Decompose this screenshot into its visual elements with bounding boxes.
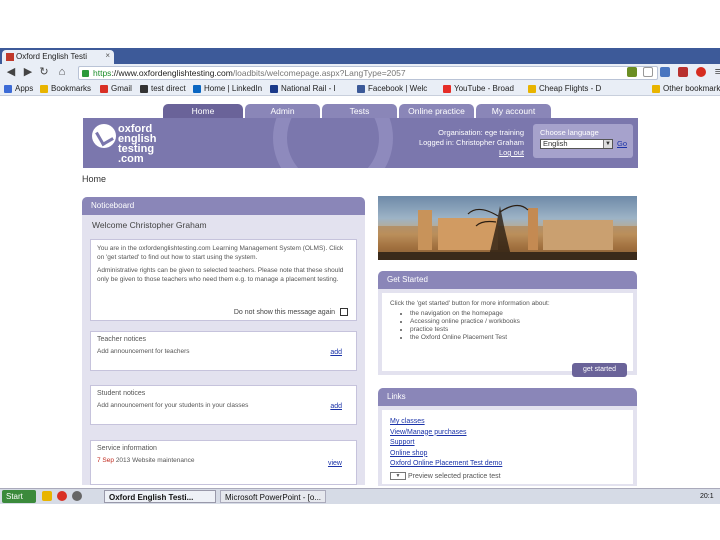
extension-icon[interactable] (696, 67, 706, 77)
favicon-icon (6, 53, 14, 61)
star-icon[interactable] (643, 67, 653, 77)
site-nav: Home Admin Tests Online practice My acco… (163, 104, 638, 118)
intro-box: You are in the oxfordenglishtesting.com … (90, 239, 357, 321)
url-host: ://www.oxfordenglishtesting.com (111, 68, 233, 78)
get-started-text: Click the 'get started' button for more … (390, 300, 550, 307)
extension-icon[interactable] (660, 67, 670, 77)
tab-title: Oxford English Testi (16, 52, 87, 61)
go-link[interactable]: Go (617, 139, 627, 148)
get-started-title: Get Started (378, 271, 637, 289)
service-info-box: Service information 7 Sep 2013 Website m… (90, 440, 357, 485)
preview-text[interactable]: Preview selected practice test (408, 473, 501, 480)
address-bar[interactable]: https://www.oxfordenglishtesting.com/loa… (78, 66, 658, 80)
bookmark-item[interactable]: Bookmarks (40, 83, 91, 95)
teacher-add-link[interactable]: add (330, 349, 342, 356)
bookmark-item[interactable]: Other bookmarks (652, 83, 720, 95)
back-arrow-icon[interactable]: ◀ (5, 66, 17, 78)
tab-close-icon[interactable]: × (105, 51, 110, 60)
explorer-icon[interactable] (42, 491, 52, 501)
noticeboard-panel: Noticeboard Welcome Christopher Graham Y… (82, 197, 365, 485)
clock: 20:1 (700, 493, 714, 500)
lock-icon (82, 70, 89, 77)
list-item: Accessing online practice / workbooks (410, 318, 633, 326)
browser-tab[interactable]: Oxford English Testi × (2, 50, 114, 64)
bookmark-item[interactable]: Home | LinkedIn (193, 83, 262, 95)
chevron-down-icon: ▼ (603, 140, 612, 148)
menu-icon[interactable]: ≡ (712, 66, 720, 78)
nav-tab-admin[interactable]: Admin (245, 104, 320, 118)
logo-text: .com (118, 153, 144, 165)
taskbar-item-browser[interactable]: Oxford English Testi... (104, 490, 216, 503)
service-view-link[interactable]: view (328, 460, 342, 467)
service-info-title: Service information (97, 445, 157, 452)
extension-icon[interactable] (678, 67, 688, 77)
teacher-notices-box: Teacher notices Add announcement for tea… (90, 331, 357, 371)
links-title: Links (378, 388, 637, 406)
college-photo (378, 196, 637, 260)
organisation-label: Organisation: ege training (438, 128, 524, 137)
dont-show-checkbox[interactable] (340, 308, 348, 316)
link-support[interactable]: Support (390, 438, 625, 449)
choose-language-label: Choose language (540, 128, 599, 137)
logged-in-label: Logged in: Christopher Graham (418, 138, 524, 147)
welcome-heading: Welcome Christopher Graham (92, 220, 207, 230)
chrome-icon[interactable] (57, 491, 67, 501)
dont-show-label: Do not show this message again (233, 308, 336, 316)
list-item: the Oxford Online Placement Test (410, 334, 633, 342)
noticeboard-title: Noticeboard (82, 197, 365, 215)
service-text: 2013 Website maintenance (115, 457, 195, 464)
get-started-button[interactable]: get started (572, 363, 627, 377)
app-icon[interactable] (72, 491, 82, 501)
teacher-notices-text: Add announcement for teachers (97, 348, 190, 355)
language-select[interactable]: English ▼ (540, 139, 613, 149)
intro-text: You are in the oxfordenglishtesting.com … (97, 245, 344, 261)
logout-link[interactable]: Log out (499, 148, 524, 157)
nav-tab-home[interactable]: Home (163, 104, 243, 118)
practice-test-select[interactable]: ▼ (390, 471, 406, 480)
extension-icon[interactable] (627, 67, 637, 77)
student-add-link[interactable]: add (330, 403, 342, 410)
get-started-panel: Get Started Click the 'get started' butt… (378, 271, 637, 377)
nav-tab-online-practice[interactable]: Online practice (399, 104, 474, 118)
link-my-classes[interactable]: My classes (390, 417, 625, 428)
student-notices-box: Student notices Add announcement for you… (90, 385, 357, 425)
bookmark-item[interactable]: National Rail - I (270, 83, 336, 95)
bookmark-item[interactable]: Apps (4, 83, 33, 95)
teacher-notices-title: Teacher notices (97, 336, 147, 343)
list-item: practice tests (410, 326, 633, 334)
student-notices-title: Student notices (97, 390, 146, 397)
bookmark-item[interactable]: YouTube - Broad (443, 83, 514, 95)
breadcrumb: Home (82, 174, 107, 184)
url-scheme: https (93, 68, 112, 78)
forward-arrow-icon[interactable]: ▶ (22, 66, 34, 78)
start-button[interactable]: Start (2, 490, 36, 503)
dont-show-row: Do not show this message again (234, 308, 348, 316)
url-path: /loadbits/welcomepage.aspx?LangType=2057 (232, 68, 406, 78)
bookmark-item[interactable]: Cheap Flights - D (528, 83, 601, 95)
nav-tab-my-account[interactable]: My account (476, 104, 551, 118)
reload-icon[interactable]: ↻ (38, 66, 50, 78)
bookmark-item[interactable]: Facebook | Welc (357, 83, 427, 95)
student-notices-text: Add announcement for your students in yo… (97, 402, 249, 409)
link-purchases[interactable]: View/Manage purchases (390, 428, 625, 439)
nav-tab-tests[interactable]: Tests (322, 104, 397, 118)
links-panel: Links My classes View/Manage purchases S… (378, 388, 637, 486)
oxford-logo-icon (92, 124, 116, 148)
link-placement-demo[interactable]: Oxford Online Placement Test demo (390, 459, 625, 470)
intro-text: Administrative rights can be given to se… (97, 267, 344, 283)
list-item: the navigation on the homepage (410, 310, 633, 318)
link-online-shop[interactable]: Online shop (390, 449, 625, 460)
service-date: 7 Sep (97, 457, 114, 464)
bookmark-item[interactable]: test direct (140, 83, 186, 95)
home-icon[interactable]: ⌂ (56, 66, 68, 78)
taskbar-item-powerpoint[interactable]: Microsoft PowerPoint - [o... (220, 490, 326, 503)
bookmark-item[interactable]: Gmail (100, 83, 132, 95)
user-info: Organisation: ege training Logged in: Ch… (380, 128, 524, 158)
